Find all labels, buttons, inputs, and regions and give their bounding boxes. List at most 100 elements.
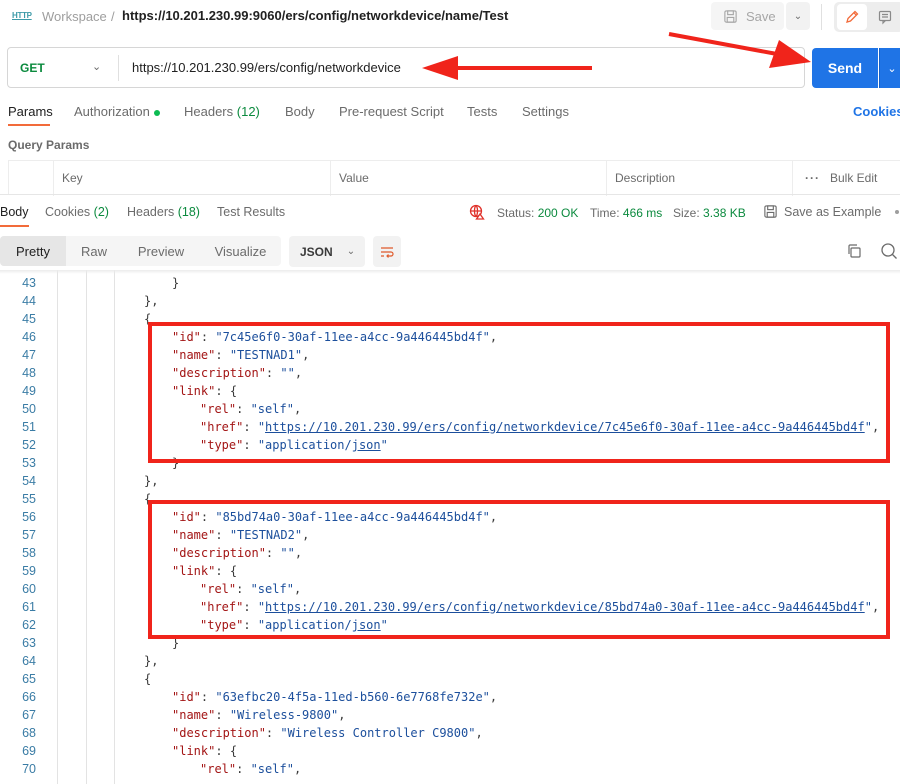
response-tab-test-results[interactable]: Test Results [217, 205, 285, 219]
tab-label: Cookies [45, 205, 91, 219]
line-number: 68 [22, 726, 36, 740]
response-tab-cookies[interactable]: Cookies (2) [45, 205, 109, 219]
view-raw-button[interactable]: Raw [66, 236, 122, 266]
code-line: 64}, [0, 652, 900, 670]
line-number: 56 [22, 510, 36, 524]
checkbox-column [9, 161, 54, 196]
line-number: 69 [22, 744, 36, 758]
save-as-example-label: Save as Example [784, 204, 882, 219]
tab-tests[interactable]: Tests [467, 104, 497, 119]
documentation-mode-button[interactable] [872, 4, 898, 30]
tab-label: Authorization [74, 104, 150, 119]
line-number: 48 [22, 366, 36, 380]
chevron-down-icon: ⌄ [793, 10, 803, 22]
annotation-highlight-box [148, 500, 890, 639]
line-number: 59 [22, 564, 36, 578]
line-number: 65 [22, 672, 36, 686]
send-dropdown-button[interactable]: ⌄ [879, 48, 900, 88]
more-icon[interactable]: ··· [805, 171, 820, 185]
save-icon [764, 205, 777, 218]
comment-icon [878, 10, 892, 25]
search-icon[interactable] [880, 242, 898, 260]
response-tab-body[interactable]: Body [0, 205, 29, 219]
view-preview-button[interactable]: Preview [122, 236, 200, 266]
url-input[interactable]: https://10.201.230.99/ers/config/network… [132, 60, 401, 75]
save-label: Save [746, 8, 776, 24]
line-number: 47 [22, 348, 36, 362]
pencil-icon [846, 10, 859, 23]
code-text: }, [144, 474, 159, 488]
breadcrumb-workspace[interactable]: Workspace [42, 9, 107, 24]
code-text: "id": "63efbc20-4f5a-11ed-b560-6e7768fe7… [172, 690, 498, 704]
code-line: 54}, [0, 472, 900, 490]
code-text: { [144, 672, 152, 686]
line-number: 62 [22, 618, 36, 632]
line-number: 44 [22, 294, 36, 308]
code-line: 65 { [0, 670, 900, 688]
tab-settings[interactable]: Settings [522, 104, 569, 119]
size-value: 3.38 KB [703, 206, 746, 220]
line-number: 55 [22, 492, 36, 506]
active-tab-indicator [0, 225, 29, 227]
breadcrumb-separator: / [111, 9, 115, 24]
save-as-example-button[interactable]: Save as Example [763, 204, 881, 219]
tab-label: Tests [467, 104, 498, 119]
view-visualize-button[interactable]: Visualize [200, 236, 281, 266]
line-number: 61 [22, 600, 36, 614]
code-text: }, [144, 294, 159, 308]
code-text: "description": "Wireless Controller C980… [172, 726, 483, 740]
edit-mode-button[interactable] [837, 4, 867, 30]
code-line: 68 "description": "Wireless Controller C9… [0, 724, 900, 742]
tab-pre-request-script[interactable]: Pre-request Script [339, 104, 444, 119]
code-text: "name": "Wireless-9800", [172, 708, 346, 722]
method-select[interactable]: GET [20, 61, 45, 75]
more-options-icon[interactable] [895, 210, 899, 214]
line-number: 52 [22, 438, 36, 452]
view-pretty-button[interactable]: Pretty [0, 236, 66, 266]
tab-headers[interactable]: Headers (12) [184, 104, 260, 119]
line-number: 46 [22, 330, 36, 344]
query-params-title: Query Params [8, 138, 90, 152]
chevron-down-icon: ⌄ [346, 246, 356, 257]
code-line: 43} [0, 274, 900, 292]
save-dropdown-button[interactable]: ⌄ [786, 2, 810, 30]
line-number: 57 [22, 528, 36, 542]
format-select[interactable]: JSON ⌄ [289, 236, 365, 267]
code-line: 69 "link": { [0, 742, 900, 760]
column-header-description: Description [607, 161, 793, 196]
tab-body[interactable]: Body [285, 104, 315, 119]
tab-params[interactable]: Params [8, 104, 53, 119]
status-readout: Status: 200 OK [497, 206, 578, 220]
save-button[interactable]: Save [711, 2, 784, 30]
cookies-link[interactable]: Cookies [853, 104, 900, 119]
bulk-edit-button[interactable]: ··· Bulk Edit [793, 161, 900, 196]
tab-count: (12) [236, 104, 260, 119]
chevron-down-icon[interactable]: ⌄ [92, 60, 101, 73]
code-text: } [172, 276, 180, 290]
annotation-highlight-box [148, 322, 890, 463]
tab-label: Pre-request Script [339, 104, 444, 119]
divider [0, 194, 900, 195]
annotation-arrow-right [668, 32, 811, 68]
send-button[interactable]: Send [812, 48, 878, 88]
wrap-lines-button[interactable] [373, 236, 401, 267]
tab-label: Body [285, 104, 315, 119]
line-number: 49 [22, 384, 36, 398]
time-value: 466 ms [622, 206, 663, 220]
request-title[interactable]: https://10.201.230.99:9060/ers/config/ne… [122, 8, 508, 23]
line-number: 70 [22, 762, 36, 776]
line-number: 63 [22, 636, 36, 650]
wrap-lines-icon [381, 246, 394, 258]
response-tab-headers[interactable]: Headers (18) [127, 205, 200, 219]
tab-authorization[interactable]: Authorization [74, 104, 160, 119]
tab-label: Headers [127, 205, 175, 219]
active-tab-indicator [8, 124, 50, 126]
tab-label: Settings [522, 104, 569, 119]
globe-warning-icon[interactable] [469, 204, 485, 220]
copy-icon[interactable] [846, 243, 862, 259]
line-number: 64 [22, 654, 36, 668]
code-text: "rel": "self", [200, 762, 302, 776]
line-number: 50 [22, 402, 36, 416]
column-header-key: Key [54, 161, 331, 196]
size-label: Size: [673, 206, 700, 220]
